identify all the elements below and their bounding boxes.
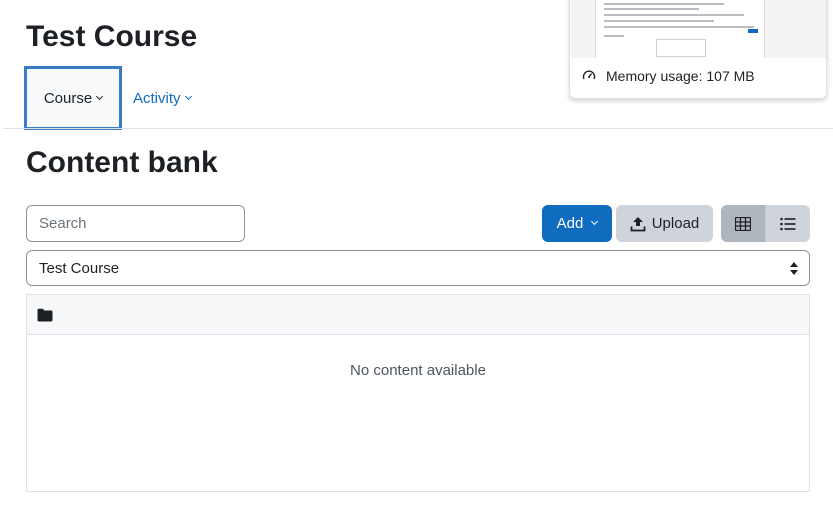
memory-usage-text: Memory usage: 107 MB [606, 68, 755, 84]
search-input[interactable] [26, 205, 245, 242]
context-select-value: Test Course [39, 259, 120, 277]
nav-activity-label: Activity [133, 89, 181, 107]
page-heading: Content bank [26, 146, 218, 179]
chevron-down-icon [96, 92, 104, 100]
nav-course[interactable]: Course [24, 66, 122, 130]
upload-icon [630, 216, 646, 231]
chevron-down-icon [184, 92, 192, 100]
nav-divider [3, 128, 833, 129]
add-button-label: Add [556, 215, 584, 232]
nav-course-label: Course [43, 89, 93, 107]
chevron-down-icon [591, 217, 599, 226]
gauge-icon [582, 70, 596, 80]
context-select[interactable]: Test Course [26, 250, 810, 286]
select-arrows-icon [790, 262, 798, 275]
list-icon [780, 217, 796, 230]
empty-state-text: No content available [350, 362, 486, 379]
secondary-navigation: Course Activity [24, 66, 192, 130]
grid-icon [735, 216, 751, 231]
content-panel: No content available [26, 294, 810, 492]
details-view-button[interactable] [766, 205, 810, 242]
content-panel-header [27, 295, 809, 335]
performance-info-card: Memory usage: 107 MB [569, 0, 827, 99]
upload-button[interactable]: Upload [616, 205, 713, 242]
nav-activity[interactable]: Activity [133, 66, 192, 130]
add-button[interactable]: Add [542, 205, 612, 242]
folder-icon[interactable] [37, 308, 53, 322]
page-preview-thumbnail [571, 0, 826, 58]
view-mode-toggle [721, 205, 810, 242]
icons-view-button[interactable] [721, 205, 765, 242]
course-title: Test Course [26, 20, 198, 53]
upload-button-label: Upload [651, 215, 700, 232]
memory-usage: Memory usage: 107 MB [582, 68, 755, 84]
